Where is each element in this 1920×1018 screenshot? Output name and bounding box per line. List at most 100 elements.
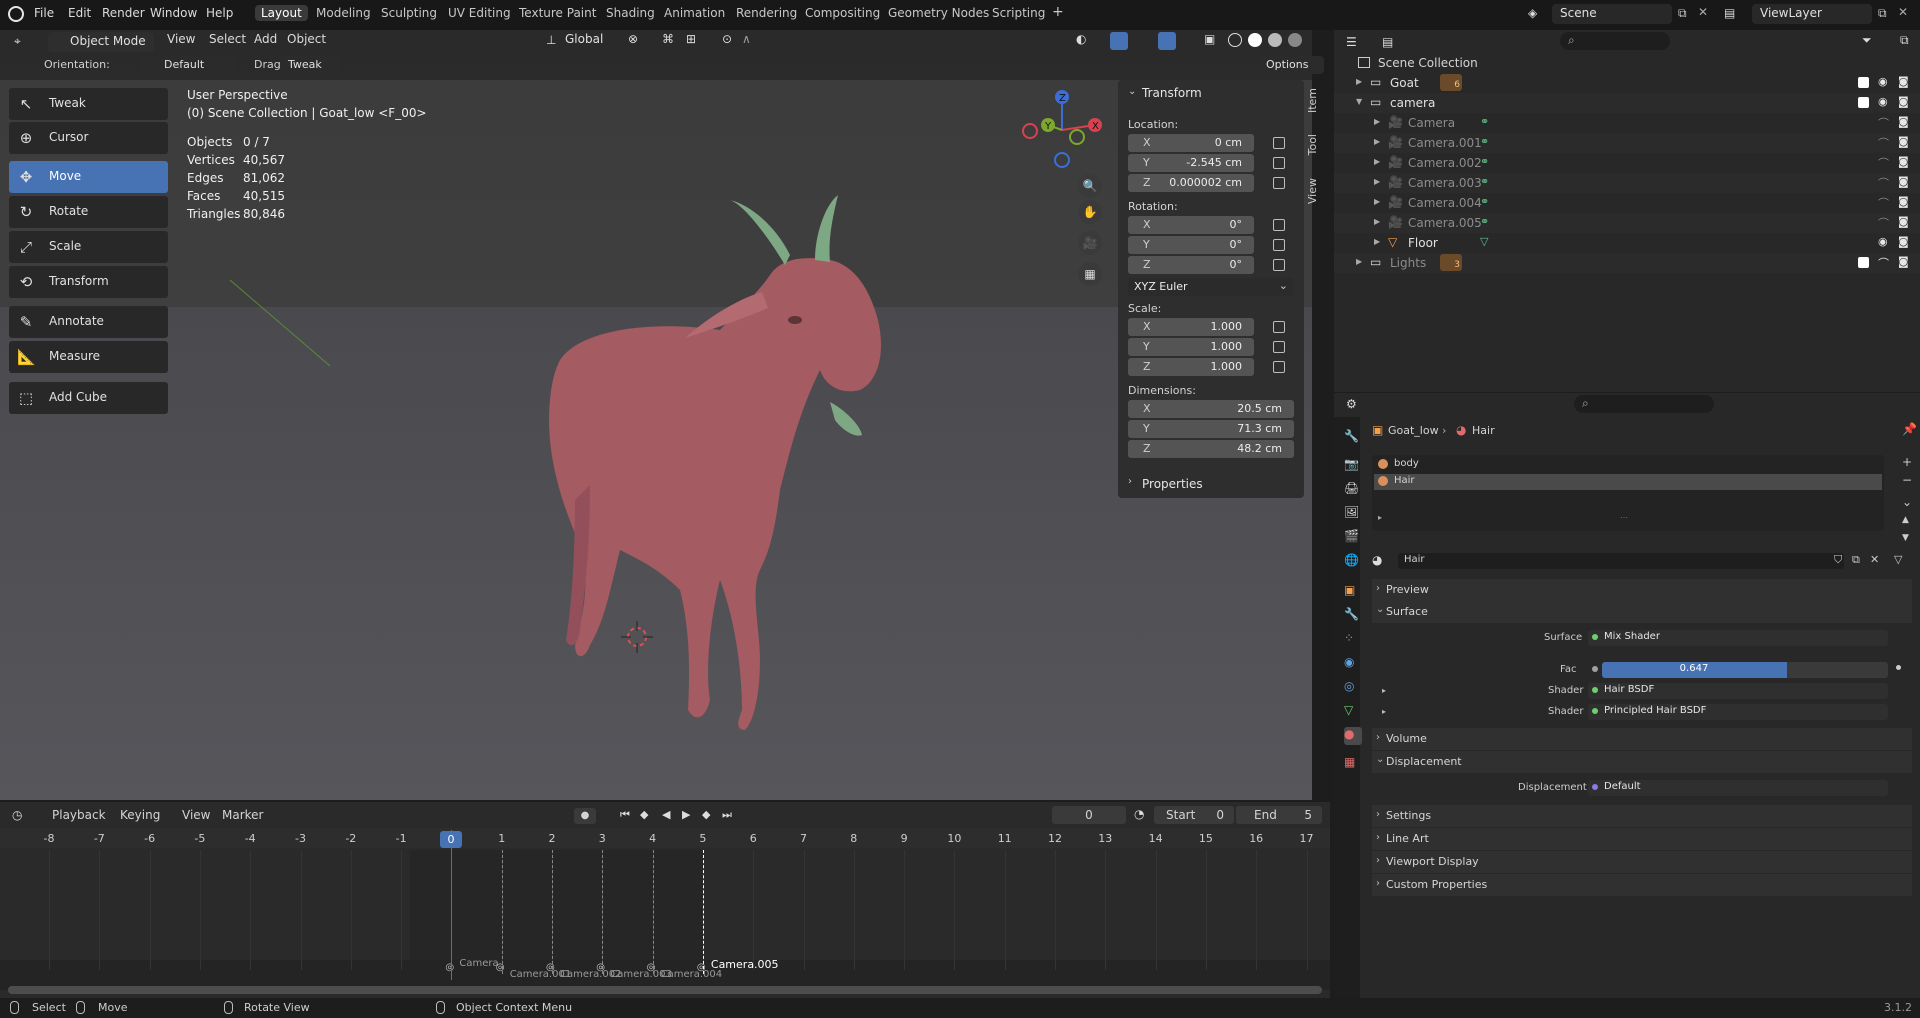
expand-triangle-icon[interactable]: ▶ (1374, 157, 1380, 166)
outliner-row[interactable]: ▼ ▭ camera ◉ ◙ (1334, 93, 1920, 113)
outliner-row[interactable]: ▶ ▭ Goat 6 ◉ ◙ (1334, 73, 1920, 93)
render-camera-icon[interactable]: ◙ (1898, 235, 1909, 248)
rotation-y-field[interactable]: Y 0° (1128, 236, 1254, 254)
render-camera-icon[interactable]: ◙ (1898, 135, 1909, 148)
physics-tab-icon[interactable]: ◉ (1344, 655, 1362, 673)
list-item[interactable]: body (1374, 457, 1882, 473)
outliner-row[interactable]: ▶ 🎥 Camera.002 ⚭ ⌒ ◙ (1334, 153, 1920, 173)
location-z-field[interactable]: Z 0.000002 cm (1128, 174, 1254, 192)
expand-triangle-icon[interactable]: ▶ (1374, 197, 1380, 206)
current-frame-field[interactable]: 0 (1052, 806, 1126, 824)
render-tab-icon[interactable]: 📷 (1344, 457, 1362, 475)
camera-marker-icon[interactable]: ◎ (697, 962, 706, 973)
editor-type-icon[interactable]: ⌖ (14, 34, 21, 49)
render-camera-icon[interactable]: ◙ (1898, 115, 1909, 128)
menu-edit[interactable]: Edit (68, 6, 91, 20)
gizmo-toggle-icon[interactable] (1110, 32, 1128, 50)
resize-handle-icon[interactable]: ⋯ (1620, 513, 1628, 522)
chevron-down-icon[interactable]: ⌄ (1128, 86, 1136, 97)
expand-icon[interactable]: ▸ (1382, 686, 1386, 695)
render-camera-icon[interactable]: ◙ (1898, 255, 1909, 268)
filter-icon[interactable]: ⏷ (1862, 33, 1872, 48)
particles-tab-icon[interactable]: ⁘ (1344, 631, 1362, 649)
pin-icon[interactable]: 📌 (1902, 422, 1917, 436)
tool-rotate[interactable]: ↻ Rotate (9, 196, 168, 228)
expand-triangle-icon[interactable]: ▶ (1374, 237, 1380, 246)
camera-marker-icon[interactable]: ◎ (445, 962, 454, 973)
material-tab-icon[interactable]: ● (1344, 727, 1362, 745)
rendered-shading-icon[interactable] (1288, 33, 1302, 47)
transform-orientation-icon[interactable]: ⊥ (546, 33, 556, 47)
render-camera-icon[interactable]: ◙ (1898, 195, 1909, 208)
lock-icon[interactable] (1273, 177, 1285, 189)
scale-z-field[interactable]: Z 1.000 (1128, 358, 1254, 376)
sidebar-tab-item[interactable]: Item (1306, 88, 1320, 113)
constraints-tab-icon[interactable]: ◎ (1344, 679, 1362, 697)
material-browse-icon[interactable]: ◕ (1372, 553, 1382, 567)
jump-end-icon[interactable]: ⏭ (722, 808, 732, 822)
material-name-field[interactable]: Hair (1398, 553, 1844, 569)
outliner-root[interactable]: Scene Collection (1334, 53, 1920, 73)
location-y-field[interactable]: Y -2.545 cm (1128, 154, 1254, 172)
expand-triangle-icon[interactable]: ▶ (1374, 117, 1380, 126)
start-frame-field[interactable]: Start 0 (1154, 806, 1234, 824)
tool-move[interactable]: ✥ Move (9, 161, 168, 193)
modifier-tab-icon[interactable]: 🔧 (1344, 607, 1362, 625)
world-tab-icon[interactable]: 🌐 (1344, 553, 1362, 571)
render-camera-icon[interactable]: ◙ (1898, 95, 1909, 108)
keyframe-dot-icon[interactable] (1896, 665, 1901, 670)
timeline-menu-marker[interactable]: Marker (222, 808, 263, 822)
camera-marker-icon[interactable]: ◎ (647, 962, 656, 973)
list-item[interactable]: Hair (1374, 474, 1882, 490)
displacement-field[interactable]: Default (1588, 780, 1888, 796)
scene-icon[interactable]: ◈ (1528, 6, 1546, 22)
new-view-layer-icon[interactable]: ⧉ (1878, 6, 1887, 21)
eye-icon[interactable]: ⌒ (1878, 215, 1889, 231)
section-volume[interactable]: › Volume (1372, 728, 1912, 750)
timeline-menu-playback[interactable]: Playback (52, 808, 106, 822)
mesh-data-icon[interactable]: ▽ (1480, 235, 1488, 248)
menu-file[interactable]: File (34, 6, 54, 20)
shader-2-field[interactable]: Principled Hair BSDF (1588, 704, 1888, 720)
tab-texture-paint[interactable]: Texture Paint (519, 6, 596, 20)
lock-icon[interactable] (1273, 341, 1285, 353)
perspective-toggle-icon[interactable]: ▦ (1078, 262, 1102, 286)
timeline-menu-keying[interactable]: Keying (120, 808, 160, 822)
playhead[interactable] (451, 830, 452, 980)
tool-transform[interactable]: ⟲ Transform (9, 266, 168, 298)
camera-marker-icon[interactable]: ◎ (546, 962, 555, 973)
fac-slider[interactable]: 0.647 (1602, 662, 1888, 678)
camera-marker-icon[interactable]: ◎ (596, 962, 605, 973)
options-dropdown[interactable]: Options (1258, 56, 1324, 74)
duplicate-material-icon[interactable]: ⧉ (1852, 553, 1860, 567)
properties-editor-type-icon[interactable]: ⚙ (1346, 397, 1357, 411)
add-slot-icon[interactable]: + (1902, 455, 1912, 469)
dimension-z-field[interactable]: Z 48.2 cm (1128, 440, 1294, 458)
xray-icon[interactable]: ▣ (1204, 32, 1215, 46)
eye-icon[interactable]: ⌒ (1878, 175, 1889, 191)
tab-compositing[interactable]: Compositing (805, 6, 880, 20)
fake-user-icon[interactable]: ⛉ (1834, 553, 1842, 567)
section-viewport-display[interactable]: › Viewport Display (1372, 851, 1912, 873)
eye-icon[interactable]: ◉ (1878, 235, 1888, 248)
unlink-material-icon[interactable]: ✕ (1870, 553, 1879, 566)
outliner-row[interactable]: ▶ 🎥 Camera ⚭ ⌒ ◙ (1334, 113, 1920, 133)
collection-checkbox[interactable] (1858, 77, 1869, 88)
lock-icon[interactable] (1273, 157, 1285, 169)
material-type-icon[interactable]: ▽ (1894, 553, 1902, 566)
menu-help[interactable]: Help (206, 6, 233, 20)
eye-icon[interactable]: ⌒ (1878, 135, 1889, 151)
mode-selector[interactable]: Object Mode (48, 32, 154, 52)
child-count-badge[interactable]: 3 (1440, 254, 1462, 271)
viewport-menu-object[interactable]: Object (287, 32, 326, 46)
surface-shader-field[interactable]: Mix Shader (1588, 630, 1888, 646)
lock-icon[interactable] (1273, 321, 1285, 333)
end-frame-field[interactable]: End 5 (1236, 806, 1322, 824)
tab-sculpting[interactable]: Sculpting (381, 6, 437, 20)
wireframe-shading-icon[interactable] (1228, 33, 1242, 47)
eye-icon[interactable]: ⌒ (1878, 195, 1889, 211)
prev-keyframe-icon[interactable]: ◆ (640, 808, 648, 821)
transform-orientation[interactable]: Global (565, 32, 603, 46)
lock-icon[interactable] (1273, 361, 1285, 373)
tab-scripting[interactable]: Scripting (992, 6, 1045, 20)
